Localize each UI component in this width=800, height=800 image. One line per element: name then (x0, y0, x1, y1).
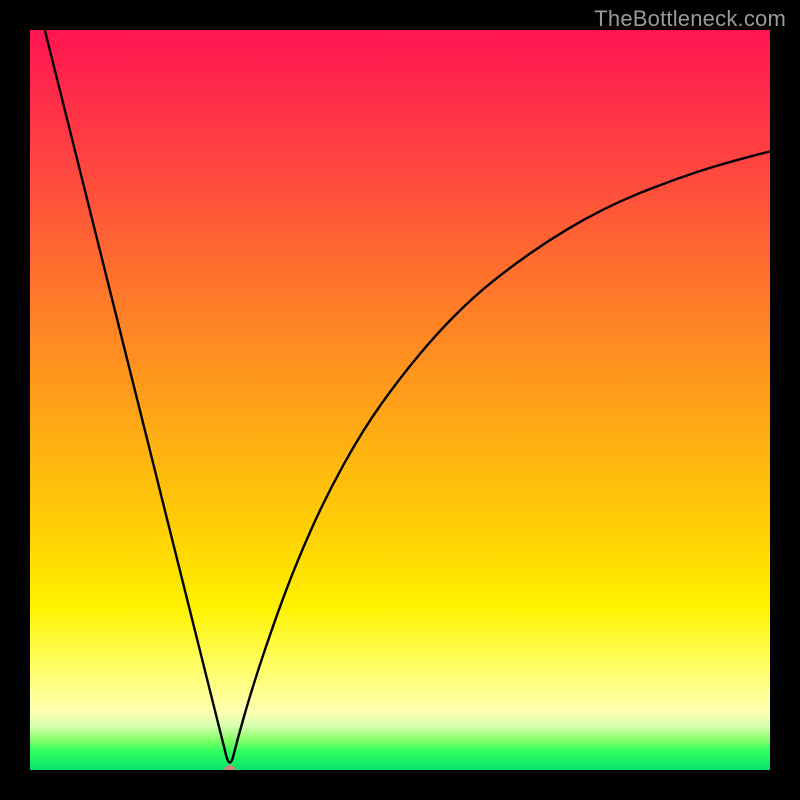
chart-frame: TheBottleneck.com (0, 0, 800, 800)
minimum-point-marker (224, 765, 236, 770)
plot-area (30, 30, 770, 770)
bottleneck-curve (30, 30, 770, 770)
watermark-label: TheBottleneck.com (594, 6, 786, 32)
